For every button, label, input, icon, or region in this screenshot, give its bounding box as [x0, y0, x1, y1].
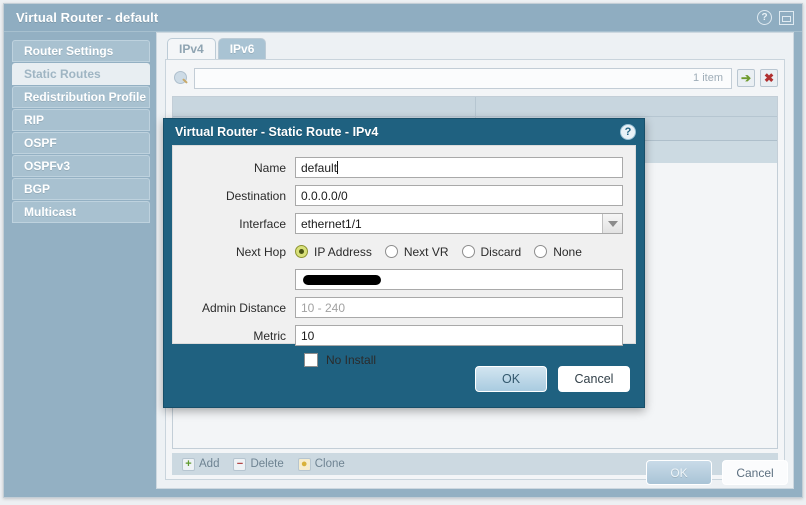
search-icon: [174, 70, 189, 86]
add-button[interactable]: + Add: [182, 457, 220, 471]
clone-button-label: Clone: [314, 458, 345, 470]
search-clear-icon[interactable]: ✖: [760, 69, 778, 87]
window-footer: OK Cancel: [646, 460, 788, 485]
admin-distance-input[interactable]: 10 - 240: [295, 297, 623, 318]
chevron-down-icon[interactable]: [602, 214, 622, 233]
dialog-title-bar: Virtual Router - Static Route - IPv4 ?: [164, 119, 644, 145]
name-input-value: default: [301, 160, 338, 175]
name-input[interactable]: default: [295, 157, 623, 178]
tab-ipv6[interactable]: IPv6: [217, 38, 267, 59]
interface-select[interactable]: ethernet1/1: [295, 213, 623, 234]
dialog-ok-button[interactable]: OK: [475, 366, 547, 392]
add-icon: +: [182, 457, 195, 471]
name-label: Name: [253, 160, 286, 175]
metric-label: Metric: [253, 328, 286, 343]
radio-none-label: None: [553, 244, 582, 259]
radio-discard-dot: [461, 245, 475, 258]
dialog-form: Name default Destination 0.0.0.0/0 Inter…: [172, 145, 636, 367]
restore-window-icon[interactable]: [779, 10, 794, 25]
screen-root: Virtual Router - default ? Router Settin…: [0, 0, 806, 505]
field-row-name: Name default: [185, 157, 623, 178]
search-bar: 1 item ➔ ✖: [172, 65, 778, 91]
window-title-icons: ?: [757, 10, 794, 25]
table-header-spacer-cell-2: [476, 97, 778, 116]
add-button-label: Add: [199, 458, 220, 470]
radio-discard[interactable]: Discard: [461, 244, 522, 259]
clone-button[interactable]: ● Clone: [297, 457, 345, 471]
table-header-spacer-cell-1: [173, 97, 476, 116]
delete-button[interactable]: − Delete: [233, 457, 284, 471]
sidebar-item-rip[interactable]: RIP: [12, 109, 150, 131]
tab-ipv4[interactable]: IPv4: [167, 38, 216, 59]
admin-distance-label: Admin Distance: [201, 300, 286, 315]
dialog-help-icon[interactable]: ?: [620, 124, 636, 140]
tab-strip: IPv4 IPv6: [157, 33, 793, 59]
window-title-bar: Virtual Router - default ?: [4, 4, 802, 32]
field-row-metric: Metric 10: [185, 325, 623, 346]
next-hop-label: Next Hop: [235, 244, 286, 259]
sidebar-item-ospfv3[interactable]: OSPFv3: [12, 155, 150, 177]
radio-next-vr[interactable]: Next VR: [384, 244, 449, 259]
next-hop-radio-group: IP Address Next VR Discard None: [295, 245, 623, 259]
sidebar: Router Settings Static Routes Redistribu…: [4, 32, 156, 497]
search-input[interactable]: 1 item: [194, 67, 732, 89]
dialog-footer: OK Cancel: [164, 351, 644, 407]
sidebar-item-multicast[interactable]: Multicast: [12, 201, 150, 223]
redaction-bar-icon: [303, 274, 381, 285]
destination-label: Destination: [225, 188, 286, 203]
sidebar-item-ospf[interactable]: OSPF: [12, 132, 150, 154]
delete-button-label: Delete: [250, 458, 284, 470]
window-cancel-button[interactable]: Cancel: [722, 460, 788, 485]
dialog-cancel-button[interactable]: Cancel: [558, 366, 630, 392]
radio-ip-address[interactable]: IP Address: [295, 245, 372, 259]
field-row-admin-distance: Admin Distance 10 - 240: [185, 297, 623, 318]
search-apply-icon[interactable]: ➔: [737, 69, 755, 87]
page-title: Virtual Router - default: [16, 10, 159, 25]
radio-ip-address-dot: [295, 245, 308, 258]
chevron-down-glyph: [607, 220, 618, 227]
table-header-spacer: [173, 97, 777, 117]
sidebar-item-redistribution-profile[interactable]: Redistribution Profile: [12, 86, 150, 108]
window-ok-button[interactable]: OK: [646, 460, 712, 485]
sidebar-item-static-routes[interactable]: Static Routes: [12, 63, 150, 85]
dialog-title: Virtual Router - Static Route - IPv4: [175, 125, 379, 139]
field-row-interface: Interface ethernet1/1: [185, 213, 623, 234]
clone-icon: ●: [297, 457, 311, 471]
field-row-destination: Destination 0.0.0.0/0: [185, 185, 623, 206]
delete-icon: −: [233, 457, 247, 471]
item-count-label: 1 item: [693, 72, 723, 84]
text-caret: [337, 161, 339, 174]
radio-discard-label: Discard: [480, 244, 522, 259]
radio-ip-address-label: IP Address: [314, 244, 372, 259]
radio-none-dot: [534, 245, 548, 258]
interface-select-value: ethernet1/1: [301, 216, 362, 231]
radio-next-vr-dot: [384, 245, 398, 258]
static-route-dialog: Virtual Router - Static Route - IPv4 ? N…: [163, 118, 645, 408]
sidebar-item-router-settings[interactable]: Router Settings: [12, 40, 150, 62]
radio-none[interactable]: None: [534, 245, 582, 259]
field-row-next-hop-value: [185, 269, 623, 290]
field-row-next-hop: Next Hop IP Address Next VR Discard None: [185, 241, 623, 262]
radio-next-vr-label: Next VR: [403, 244, 449, 259]
help-icon[interactable]: ?: [757, 10, 772, 25]
metric-input[interactable]: 10: [295, 325, 623, 346]
next-hop-value-input[interactable]: [295, 269, 623, 290]
sidebar-item-bgp[interactable]: BGP: [12, 178, 150, 200]
interface-label: Interface: [239, 216, 286, 231]
destination-input[interactable]: 0.0.0.0/0: [295, 185, 623, 206]
